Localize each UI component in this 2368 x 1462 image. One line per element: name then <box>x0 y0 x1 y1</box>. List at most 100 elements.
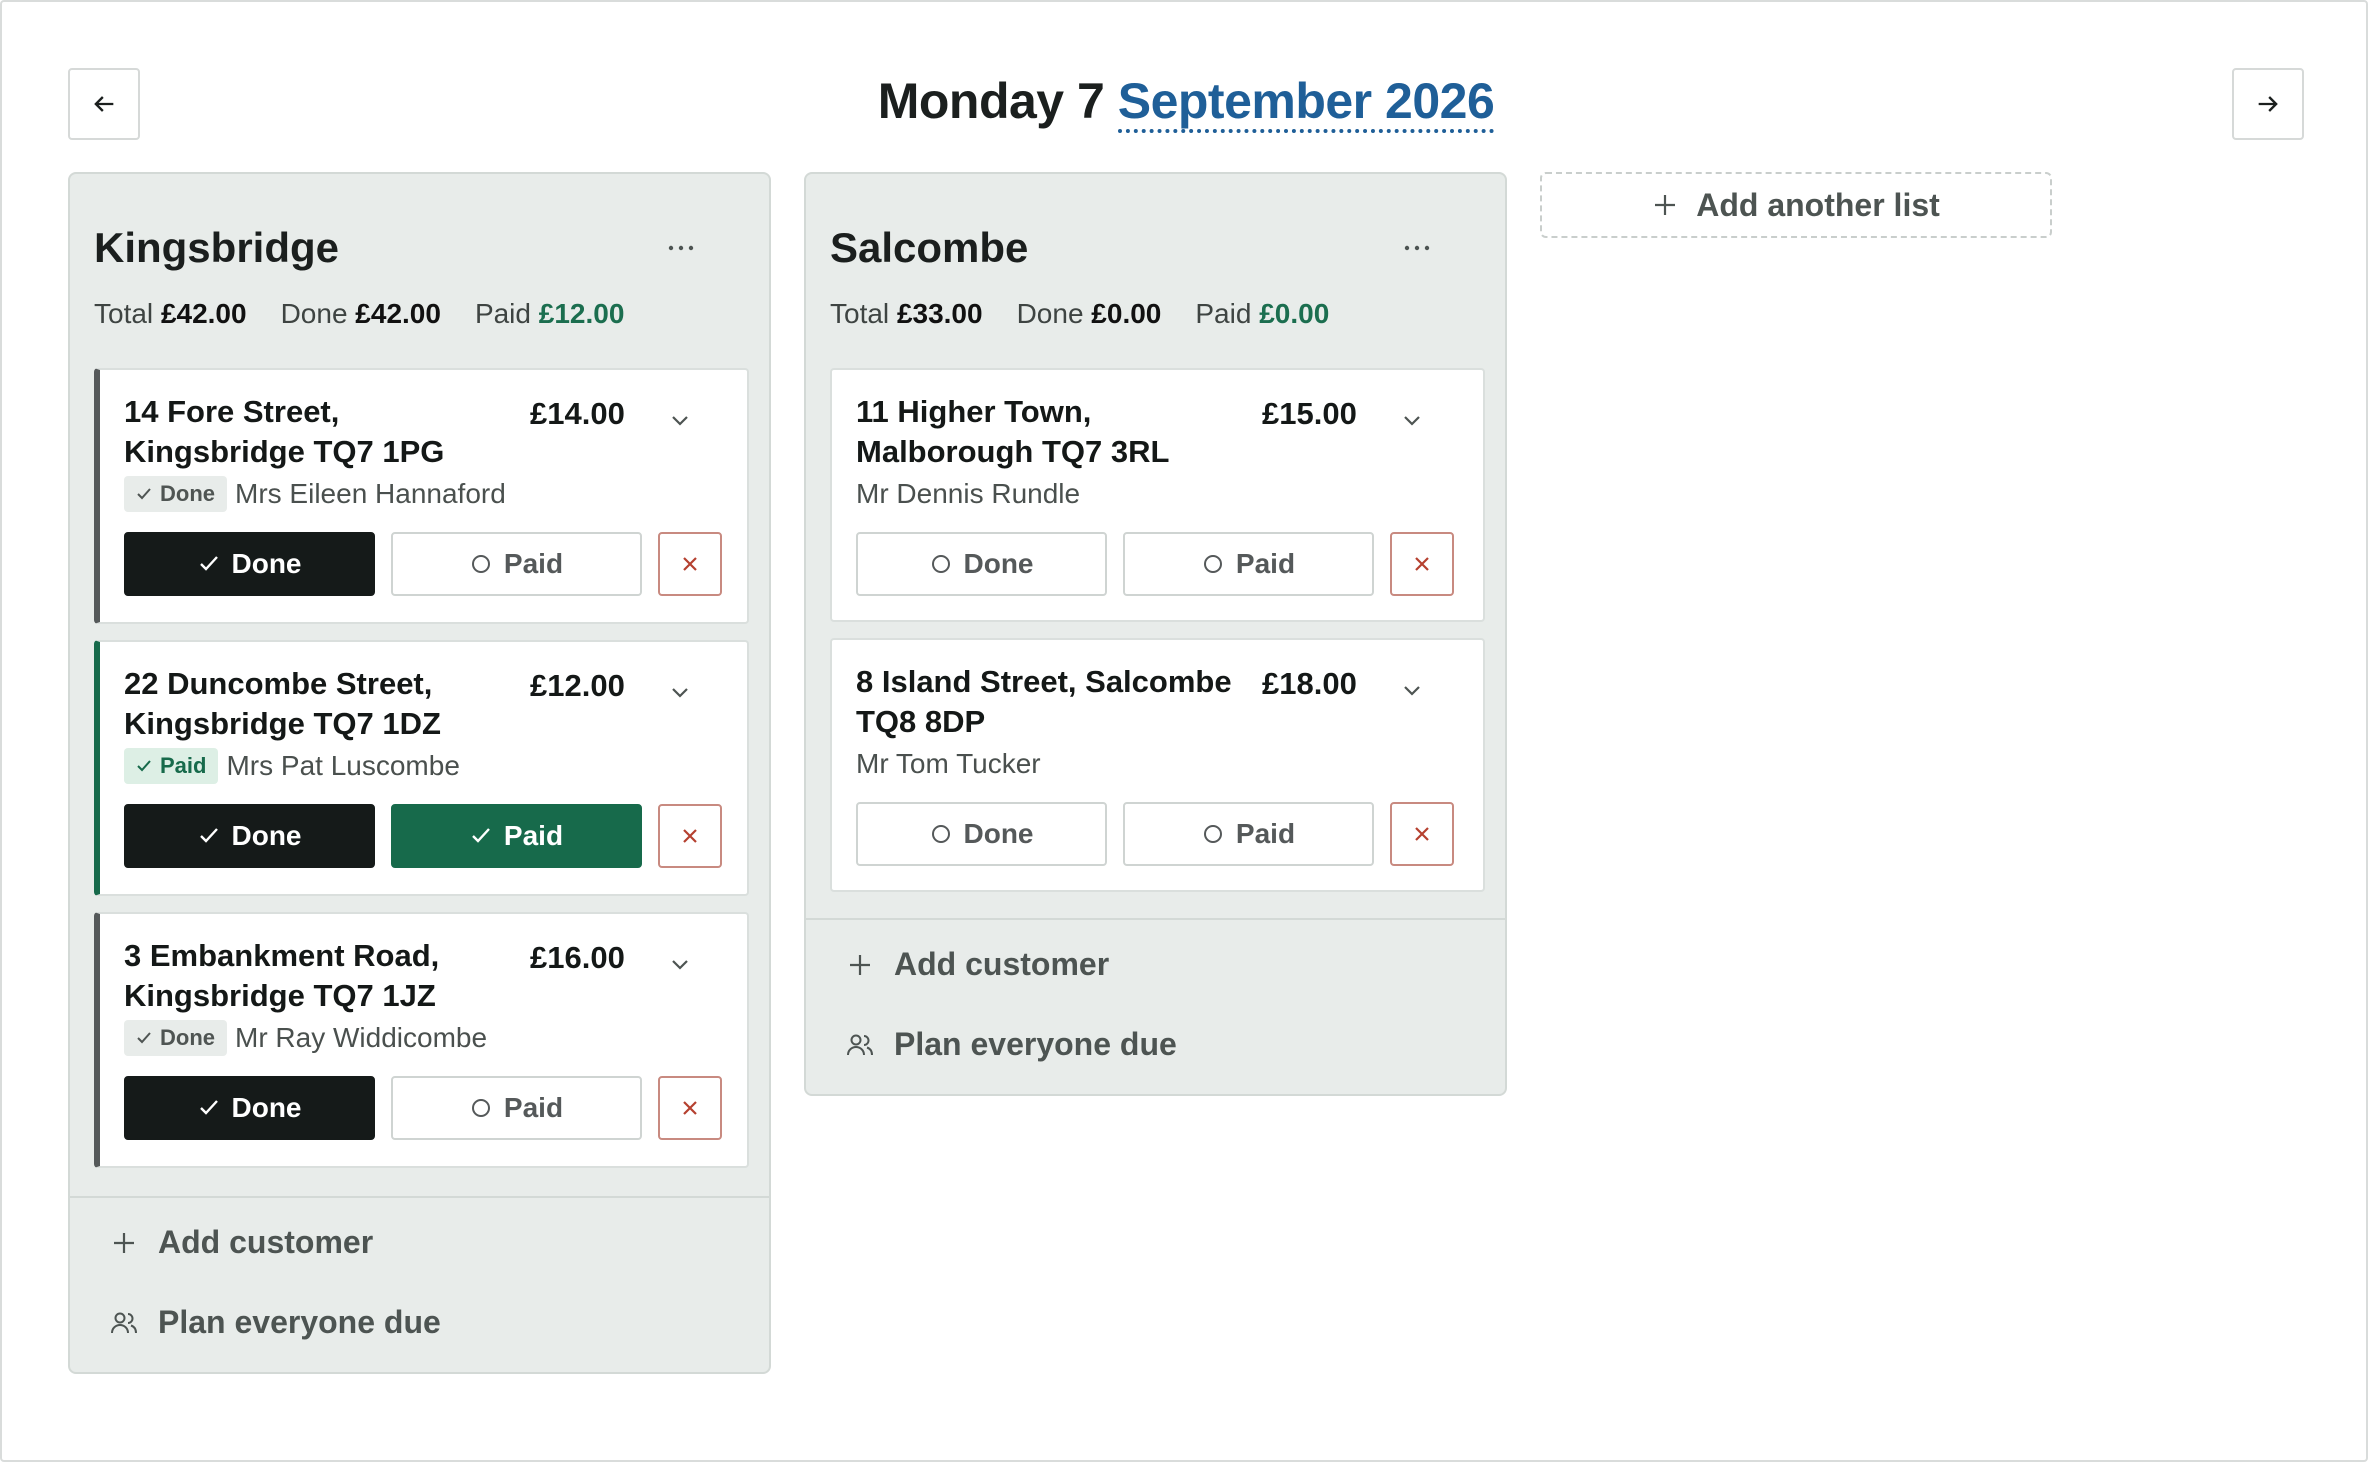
card-actions: Done Paid <box>124 532 722 596</box>
status-badge-label: Paid <box>160 753 207 778</box>
paid-total-value: £12.00 <box>538 298 625 329</box>
add-another-list-button[interactable]: Add another list <box>1540 172 2052 238</box>
chevron-down-icon <box>672 416 688 426</box>
ellipsis-icon <box>1404 245 1430 251</box>
expand-card-button[interactable] <box>1398 406 1426 434</box>
plus-icon <box>850 954 870 975</box>
arrow-right-icon <box>2258 96 2278 112</box>
customer-name: Mrs Eileen Hannaford <box>235 478 506 509</box>
paid-total-label: Paid <box>474 298 531 329</box>
paid-toggle-button[interactable]: Paid <box>1123 532 1374 596</box>
next-day-button[interactable] <box>2232 68 2304 140</box>
circle-icon <box>471 555 490 573</box>
close-icon <box>1415 557 1429 571</box>
plan-everyone-due-button[interactable]: Plan everyone due <box>846 1026 1177 1063</box>
list-menu-button[interactable] <box>657 226 705 270</box>
list-footer: Add customer Plan everyone due <box>806 918 1505 1094</box>
plan-everyone-due-label: Plan everyone due <box>894 1026 1177 1062</box>
plan-everyone-due-label: Plan everyone due <box>158 1304 441 1340</box>
done-toggle-button[interactable]: Done <box>856 532 1107 596</box>
customer-address: 8 Island Street, Salcombe TQ8 8DP <box>856 664 1232 739</box>
customer-card[interactable]: 14 Fore Street, Kingsbridge TQ7 1PG £14.… <box>94 368 749 624</box>
paid-toggle-button[interactable]: Paid <box>1123 802 1374 866</box>
list-header: Salcombe <box>830 218 1481 278</box>
add-customer-button[interactable]: Add customer <box>846 946 1109 983</box>
done-button-label: Done <box>231 548 302 579</box>
expand-card-button[interactable] <box>1398 676 1426 704</box>
status-badge: Done <box>124 1020 227 1056</box>
page-title: Monday 7 September 2026 <box>2 72 2368 133</box>
remove-customer-button[interactable] <box>1390 802 1454 866</box>
done-button-label: Done <box>963 548 1034 579</box>
close-icon <box>683 829 697 843</box>
paid-toggle-button[interactable]: Paid <box>391 1076 642 1140</box>
remove-customer-button[interactable] <box>658 804 722 868</box>
customer-name: Mr Ray Widdicombe <box>235 1022 488 1053</box>
list-salcombe: Salcombe Total £33.00 Done £0.00 Paid £0… <box>804 172 1507 1096</box>
users-icon <box>111 1312 137 1333</box>
status-badge: Done <box>124 476 227 512</box>
total-value: £33.00 <box>896 298 983 329</box>
chevron-down-icon <box>1404 686 1420 696</box>
expand-card-button[interactable] <box>666 406 694 434</box>
month-picker[interactable]: September 2026 <box>1117 73 1495 133</box>
list-kingsbridge: Kingsbridge Total £42.00 Done £42.00 Pai… <box>68 172 771 1374</box>
remove-customer-button[interactable] <box>658 532 722 596</box>
customer-card[interactable]: 3 Embankment Road, Kingsbridge TQ7 1JZ £… <box>94 912 749 1168</box>
plus-icon <box>114 1232 134 1253</box>
customer-address: 11 Higher Town, Malborough TQ7 3RL <box>856 394 1170 469</box>
card-meta: Mr Tom Tucker <box>856 748 1041 780</box>
job-price: £12.00 <box>530 668 625 703</box>
done-toggle-button[interactable]: Done <box>856 802 1107 866</box>
remove-customer-button[interactable] <box>1390 532 1454 596</box>
card-actions: Done Paid <box>124 1076 722 1140</box>
plan-everyone-due-button[interactable]: Plan everyone due <box>110 1304 441 1341</box>
list-totals: Total £42.00 Done £42.00 Paid £12.00 <box>94 298 624 330</box>
customer-address: 3 Embankment Road, Kingsbridge TQ7 1JZ <box>124 938 440 1013</box>
users-icon <box>847 1034 873 1055</box>
check-icon <box>472 828 490 843</box>
paid-toggle-button[interactable]: Paid <box>391 532 642 596</box>
done-total-value: £0.00 <box>1091 298 1162 329</box>
circle-icon <box>471 1099 490 1117</box>
customer-address: 14 Fore Street, Kingsbridge TQ7 1PG <box>124 394 445 469</box>
card-actions: Done Paid <box>856 802 1454 866</box>
customer-name: Mr Tom Tucker <box>856 748 1041 779</box>
customer-card[interactable]: 11 Higher Town, Malborough TQ7 3RL £15.0… <box>830 368 1485 622</box>
card-meta: Mr Dennis Rundle <box>856 478 1080 510</box>
done-toggle-button[interactable]: Done <box>124 532 375 596</box>
done-button-label: Done <box>231 820 302 851</box>
done-total-label: Done <box>280 298 348 329</box>
done-toggle-button[interactable]: Done <box>124 804 375 868</box>
list-totals: Total £33.00 Done £0.00 Paid £0.00 <box>830 298 1329 330</box>
customer-card[interactable]: 8 Island Street, Salcombe TQ8 8DP £18.00… <box>830 638 1485 892</box>
circle-icon <box>1203 555 1222 573</box>
job-price: £14.00 <box>530 396 625 431</box>
app-window: Monday 7 September 2026 Kingsbridge Tota… <box>0 0 2368 1462</box>
add-another-list-label: Add another list <box>1696 186 1940 223</box>
customer-card[interactable]: 22 Duncombe Street, Kingsbridge TQ7 1DZ … <box>94 640 749 896</box>
check-icon <box>199 1100 218 1115</box>
status-badge-label: Done <box>160 1025 215 1050</box>
list-menu-button[interactable] <box>1393 226 1441 270</box>
expand-card-button[interactable] <box>666 678 694 706</box>
done-total-value: £42.00 <box>355 298 441 329</box>
paid-total-label: Paid <box>1195 298 1252 329</box>
chevron-down-icon <box>1404 416 1420 426</box>
chevron-down-icon <box>672 688 688 698</box>
list-title: Kingsbridge <box>94 224 340 271</box>
done-button-label: Done <box>231 1092 302 1123</box>
add-customer-button[interactable]: Add customer <box>110 1224 373 1261</box>
status-badge: Paid <box>124 748 219 784</box>
done-toggle-button[interactable]: Done <box>124 1076 375 1140</box>
paid-toggle-button[interactable]: Paid <box>391 804 642 868</box>
check-icon <box>199 556 218 571</box>
expand-card-button[interactable] <box>666 950 694 978</box>
plus-icon <box>1655 195 1676 215</box>
card-actions: Done Paid <box>856 532 1454 596</box>
total-label: Total <box>94 298 154 329</box>
add-customer-label: Add customer <box>894 946 1110 982</box>
check-icon <box>137 488 151 500</box>
remove-customer-button[interactable] <box>658 1076 722 1140</box>
check-icon <box>137 1032 151 1044</box>
